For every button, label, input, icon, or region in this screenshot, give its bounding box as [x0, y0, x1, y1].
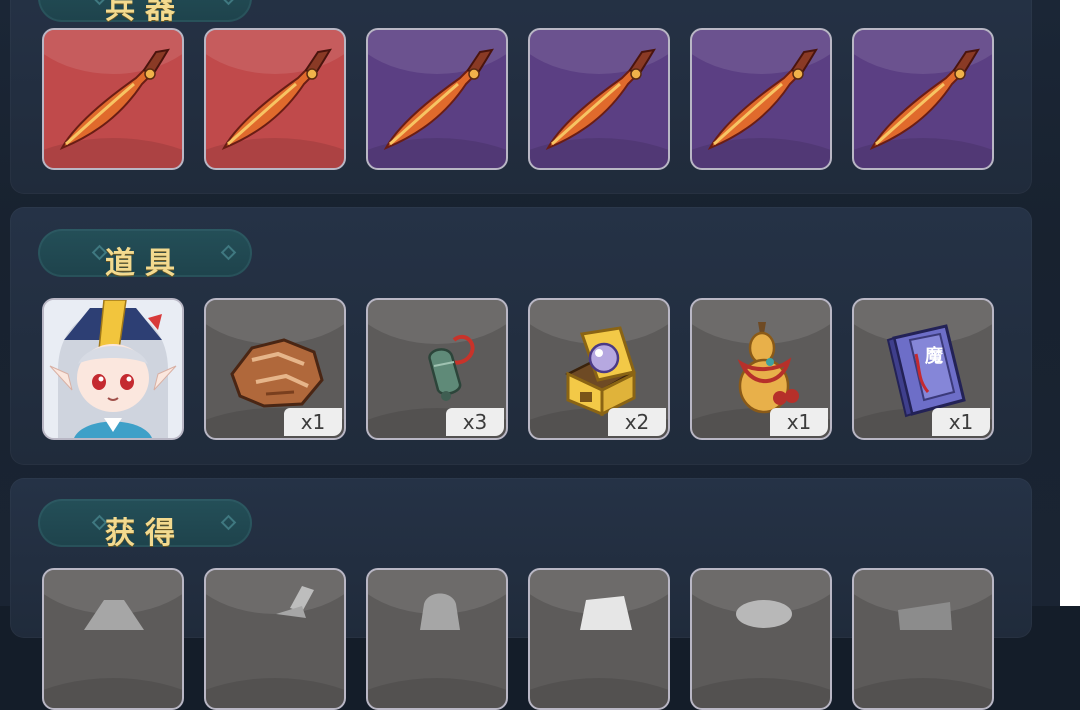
weapon-slot[interactable] [528, 28, 670, 170]
silhouette-icon [898, 602, 952, 630]
blade-icon [869, 48, 980, 151]
silhouette-icon [84, 600, 144, 630]
obtained-slot[interactable] [528, 568, 670, 710]
blade-icon [59, 48, 170, 151]
blade-icon [383, 48, 494, 151]
obtained-section-tag: 获得 [38, 499, 252, 551]
blade-icon [221, 48, 332, 151]
obtained-slot[interactable] [690, 568, 832, 710]
obtained-section-title: 获得 [105, 516, 185, 551]
item-count: x1 [770, 408, 828, 436]
book-glyph: 魔 [925, 345, 943, 367]
weapons-section-title: 兵器 [105, 0, 185, 26]
silhouette-icon [420, 593, 460, 630]
obtained-slot[interactable] [204, 568, 346, 710]
item-slot-ore[interactable]: x1 [204, 298, 346, 440]
silhouette-icon [736, 600, 792, 628]
item-count: x3 [446, 408, 504, 436]
elf-girl-portrait-icon [44, 300, 182, 438]
blade-icon [707, 48, 818, 151]
items-section-title: 道具 [105, 246, 185, 281]
weapon-slot[interactable] [42, 28, 184, 170]
weapon-slot[interactable] [204, 28, 346, 170]
item-slot-book[interactable]: 魔 x1 [852, 298, 994, 440]
item-slot-chest[interactable]: x2 [528, 298, 670, 440]
silhouette-icon [580, 596, 632, 630]
item-slot-gourd[interactable]: x1 [690, 298, 832, 440]
blade-icon [545, 48, 656, 151]
item-count: x1 [932, 408, 990, 436]
obtained-slot[interactable] [366, 568, 508, 710]
obtained-slot[interactable] [42, 568, 184, 710]
character-slot[interactable] [42, 298, 184, 440]
obtained-slot[interactable] [852, 568, 994, 710]
weapons-section-tag: 兵器 [38, 0, 252, 26]
item-count: x1 [284, 408, 342, 436]
margin-strip [1060, 0, 1080, 606]
weapon-slot[interactable] [366, 28, 508, 170]
silhouette-icon [276, 586, 314, 618]
weapon-slot[interactable] [852, 28, 994, 170]
item-count: x2 [608, 408, 666, 436]
items-section-tag: 道具 [38, 229, 252, 281]
item-slot-bell[interactable]: x3 [366, 298, 508, 440]
weapon-slot[interactable] [690, 28, 832, 170]
